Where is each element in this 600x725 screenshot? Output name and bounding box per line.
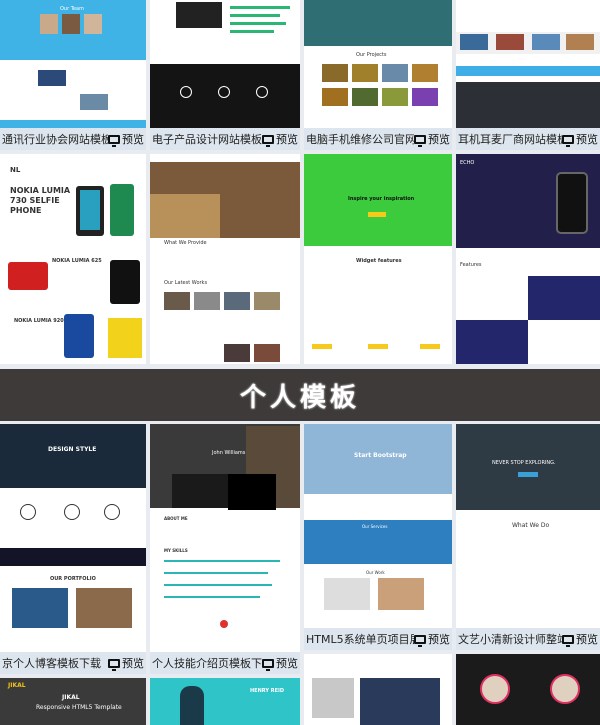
template-title[interactable]: HTML5系统单页项目展 [306,631,414,647]
template-thumbnail: Inspire your inspiration Widget features [304,154,452,364]
template-caption: 耳机耳麦厂商网站模板 预览 [456,128,600,150]
template-caption: 个人技能介绍页模板下 预览 [150,652,300,674]
template-caption: 京个人博客模板下载 预览 [0,652,146,674]
preview-button[interactable]: 预览 [414,131,450,147]
template-caption: 电脑手机维修公司官网 预览 [304,128,452,150]
monitor-icon [262,134,274,147]
thumb-text: Start Bootstrap [354,452,407,459]
template-caption: 文艺小清新设计师整站 预览 [456,628,600,650]
template-card[interactable]: ECHO Features [456,154,600,364]
thumb-text: NL [10,166,21,174]
template-card[interactable]: NL NOKIA LUMIA 730 SELFIE PHONE NOKIA LU… [0,154,146,364]
monitor-icon [108,134,120,147]
preview-button[interactable]: 预览 [262,131,298,147]
template-card[interactable]: Start Bootstrap Our Services Our Work HT… [304,424,452,650]
template-title[interactable]: 文艺小清新设计师整站 [458,631,562,647]
monitor-icon [262,658,274,671]
thumb-text: Responsive HTML5 Template [36,704,122,711]
thumb-text: NOKIA LUMIA 920 [14,318,64,324]
thumb-text: Features [460,262,482,268]
template-thumbnail: Our Projects [304,0,452,128]
template-thumbnail: DESIGN STYLE OUR PORTFOLIO [0,424,146,652]
thumb-text: OUR PORTFOLIO [50,576,96,582]
thumb-text: NOKIA LUMIA 625 [52,258,102,264]
template-title[interactable]: 京个人博客模板下载 [2,655,101,671]
monitor-icon [414,634,426,647]
thumb-text: HENRY REID [250,688,284,694]
template-card[interactable]: What We Provide Our Latest Works [150,154,300,364]
template-card[interactable]: Our Projects 电脑手机维修公司官网 预览 [304,0,452,150]
thumb-text: 730 SELFIE [10,196,60,205]
monitor-icon [414,134,426,147]
template-card[interactable]: DESIGN STYLE OUR PORTFOLIO 京个人博客模板下载 预览 [0,424,146,674]
thumb-text: What We Do [512,522,550,529]
thumb-text: John Williams [212,450,246,456]
template-thumbnail [150,0,300,128]
thumb-text: Our Latest Works [164,280,208,286]
cta-button [368,212,386,217]
template-thumbnail: John Williams ABOUT ME MY SKILLS [150,424,300,652]
template-card[interactable]: John Williams ABOUT ME MY SKILLS 个人技能介绍页… [150,424,300,674]
template-title[interactable]: 通讯行业协会网站模板 [2,131,108,147]
thumb-text: Our Projects [356,52,387,58]
template-card[interactable]: Our Team 通讯行业协会网站模板 预览 [0,0,146,150]
thumb-text: ECHO [460,160,475,166]
preview-button[interactable]: 预览 [108,131,144,147]
thumb-text: NOKIA LUMIA [10,186,71,195]
template-title[interactable]: 耳机耳麦厂商网站模板 [458,131,562,147]
template-card[interactable]: NEVER STOP EXPLORING. What We Do 文艺小清新设计… [456,424,600,650]
thumb-text: Our Services [362,524,388,529]
thumb-text: What We Provide [164,240,207,246]
template-card[interactable]: 电子产品设计网站模板 预览 [150,0,300,150]
template-thumbnail: JIKAL JIKAL Responsive HTML5 Template [0,678,146,725]
preview-button[interactable]: 预览 [414,631,450,647]
thumb-text: Widget features [356,258,402,264]
template-card[interactable]: Inspire your inspiration Widget features [304,154,452,364]
template-thumbnail: NEVER STOP EXPLORING. What We Do [456,424,600,628]
template-thumbnail: What We Provide Our Latest Works [150,154,300,364]
preview-button[interactable]: 预览 [108,655,144,671]
template-card[interactable] [304,654,452,725]
preview-button[interactable]: 预览 [562,131,598,147]
template-title[interactable]: 电脑手机维修公司官网 [306,131,414,147]
section-title: 个人模板 [239,382,360,413]
template-card[interactable]: HENRY REID [150,678,300,725]
thumb-text: ABOUT ME [164,516,188,521]
template-card[interactable]: JIKAL JIKAL Responsive HTML5 Template [0,678,146,725]
preview-button[interactable]: 预览 [262,655,298,671]
template-thumbnail: Our Team [0,0,146,128]
template-thumbnail: ECHO Features [456,154,600,364]
thumb-text: PHONE [10,206,42,215]
thumb-text: NEVER STOP EXPLORING. [492,460,556,466]
template-thumbnail: NL NOKIA LUMIA 730 SELFIE PHONE NOKIA LU… [0,154,146,364]
preview-button[interactable]: 预览 [562,631,598,647]
thumb-text: Our Work [366,570,385,575]
thumb-text: JIKAL [8,682,26,689]
template-title[interactable]: 电子产品设计网站模板 [152,131,262,147]
template-title[interactable]: 个人技能介绍页模板下 [152,655,262,671]
thumb-text: MY SKILLS [164,548,188,553]
template-card[interactable]: 耳机耳麦厂商网站模板 预览 [456,0,600,150]
template-caption: HTML5系统单页项目展 预览 [304,628,452,650]
template-thumbnail: HENRY REID [150,678,300,725]
thumb-text: Inspire your inspiration [348,196,415,202]
template-card[interactable] [456,654,600,725]
monitor-icon [562,634,574,647]
template-thumbnail [456,0,600,128]
monitor-icon [562,134,574,147]
template-caption: 通讯行业协会网站模板 预览 [0,128,146,150]
section-banner: 个人模板 [0,369,600,421]
thumb-text: DESIGN STYLE [48,446,97,453]
template-thumbnail: Start Bootstrap Our Services Our Work [304,424,452,628]
monitor-icon [108,658,120,671]
thumb-text: Our Team [60,6,84,12]
template-thumbnail [456,654,600,725]
template-thumbnail [304,654,452,725]
template-caption: 电子产品设计网站模板 预览 [150,128,300,150]
